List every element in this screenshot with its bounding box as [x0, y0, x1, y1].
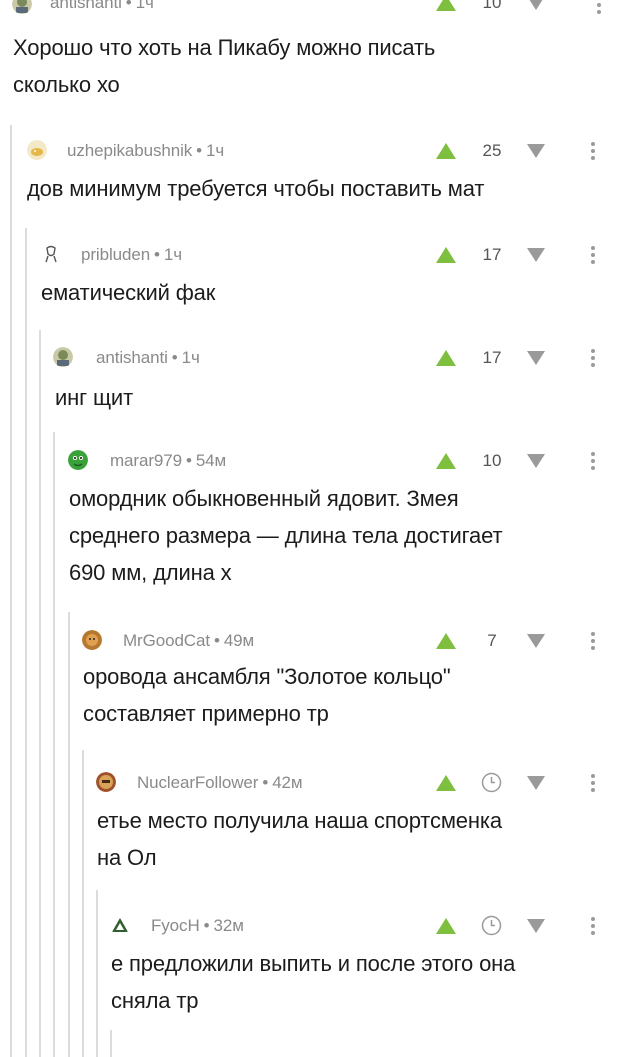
downvote-arrow-icon[interactable] [526, 350, 546, 366]
upvote-arrow-icon[interactable] [435, 246, 457, 264]
downvote-arrow-icon[interactable] [526, 918, 546, 934]
clock-icon [481, 772, 502, 793]
comment-meta: uzhepikabushnik • 1ч 25 [0, 140, 620, 164]
comment-text: дов минимум требуется чтобы поставить ма… [27, 170, 484, 207]
username[interactable]: uzhepikabushnik • 1ч [67, 141, 224, 161]
comment-meta: NuclearFollower • 42м [0, 772, 620, 796]
comment-text: ематический фак [41, 274, 215, 311]
avatar[interactable] [41, 244, 61, 264]
username[interactable]: antishanti • 1ч [50, 0, 154, 13]
comment: NuclearFollower • 42м етье место получила … [0, 772, 620, 882]
upvote-arrow-icon[interactable] [435, 917, 457, 935]
rating-count: 17 [482, 245, 502, 264]
comment-meta: marar979 • 54м 10 [0, 450, 620, 474]
rating-count: 10 [482, 451, 502, 470]
comment-line: на Ол [97, 845, 157, 870]
comment-line: омордник обыкновенный ядовит. Змея [69, 486, 459, 511]
username[interactable]: FyocH • 32м [151, 916, 244, 936]
comment-meta: MrGoodCat • 49м 7 [0, 630, 620, 654]
comment-line: оровода ансамбля "Золотое кольцо" [83, 664, 451, 689]
upvote-arrow-icon[interactable] [435, 142, 457, 160]
more-vertical-icon[interactable] [590, 916, 596, 936]
comment-line: среднего размера — длина тела достигает [69, 523, 503, 548]
avatar[interactable] [12, 0, 32, 14]
upvote-arrow-icon[interactable] [435, 349, 457, 367]
comment-line: ематический фак [41, 280, 216, 305]
comment-line: етье место получила наша спортсменка [97, 808, 502, 833]
comment-line: инг щит [55, 385, 133, 410]
comment-meta: antishanti • 1ч 17 [0, 347, 620, 371]
comment-line: 690 мм, длина х [69, 560, 232, 585]
comment-text: е предложили выпить и после этого она сн… [111, 945, 515, 1019]
clock-icon [481, 915, 502, 936]
comment-line: сняла тр [111, 988, 199, 1013]
upvote-arrow-icon[interactable] [435, 774, 457, 792]
username[interactable]: NuclearFollower • 42м [137, 773, 303, 793]
more-vertical-icon[interactable] [590, 773, 596, 793]
more-vertical-icon[interactable] [590, 141, 596, 161]
downvote-arrow-icon[interactable] [526, 775, 546, 791]
comment: uzhepikabushnik • 1ч 25 дов минимум требуе… [0, 140, 620, 210]
more-vertical-icon[interactable] [596, 0, 602, 15]
more-vertical-icon[interactable] [590, 245, 596, 265]
rating-count: 10 [482, 0, 502, 12]
upvote-arrow-icon[interactable] [435, 632, 457, 650]
downvote-arrow-icon[interactable] [526, 453, 546, 469]
comment: antishanti • 1ч 10 Хорошо что хоть на Пика… [0, 0, 620, 110]
downvote-arrow-icon[interactable] [526, 247, 546, 263]
comment-line: Хорошо что хоть на Пикабу можно писать [13, 35, 436, 60]
upvote-arrow-icon[interactable] [435, 452, 457, 470]
comment-line: е предложили выпить и после этого она [111, 951, 516, 976]
username[interactable]: MrGoodCat • 49м [123, 631, 254, 651]
comment-line: составляет примерно тр [83, 701, 329, 726]
rating-count: 25 [482, 141, 502, 160]
comment-meta: FyocH • 32м [0, 915, 620, 939]
rating-count: 17 [482, 348, 502, 367]
downvote-arrow-icon[interactable] [526, 0, 546, 11]
rating-count: 7 [487, 631, 497, 650]
comment-meta: pribluden • 1ч 17 [0, 244, 620, 268]
more-vertical-icon[interactable] [590, 451, 596, 471]
upvote-arrow-icon[interactable] [435, 0, 457, 12]
comment-text: омордник обыкновенный ядовит. Змея средн… [69, 480, 503, 591]
avatar[interactable] [68, 450, 88, 470]
downvote-arrow-icon[interactable] [526, 633, 546, 649]
thread-line [110, 1030, 112, 1057]
avatar[interactable] [110, 915, 130, 935]
avatar[interactable] [82, 630, 102, 650]
avatar[interactable] [96, 772, 116, 792]
comment: antishanti • 1ч 17 инг щит [0, 347, 620, 417]
avatar[interactable] [53, 347, 73, 367]
comment-text: оровода ансамбля "Золотое кольцо" состав… [83, 658, 451, 732]
username[interactable]: marar979 • 54м [110, 451, 226, 471]
comment: marar979 • 54м 10 омордник обыкновенный яд… [0, 450, 620, 600]
username[interactable]: pribluden • 1ч [81, 245, 182, 265]
avatar[interactable] [27, 140, 47, 160]
comment-line: дов минимум требуется чтобы поставить ма… [27, 176, 485, 201]
comment: MrGoodCat • 49м 7 оровода ансамбля "Золото… [0, 630, 620, 740]
comment-text: етье место получила наша спортсменка на … [97, 802, 502, 876]
username[interactable]: antishanti • 1ч [96, 348, 200, 368]
comment-text: Хорошо что хоть на Пикабу можно писать с… [13, 29, 435, 103]
downvote-arrow-icon[interactable] [526, 143, 546, 159]
comment-text: инг щит [55, 379, 133, 416]
comment: pribluden • 1ч 17 ематический фак [0, 244, 620, 314]
comment-meta: antishanti • 1ч 10 [0, 0, 620, 24]
comment-line: сколько хо [13, 72, 120, 97]
more-vertical-icon[interactable] [590, 348, 596, 368]
more-vertical-icon[interactable] [590, 631, 596, 651]
comment: FyocH • 32м е предложили выпить и после эт… [0, 915, 620, 1025]
